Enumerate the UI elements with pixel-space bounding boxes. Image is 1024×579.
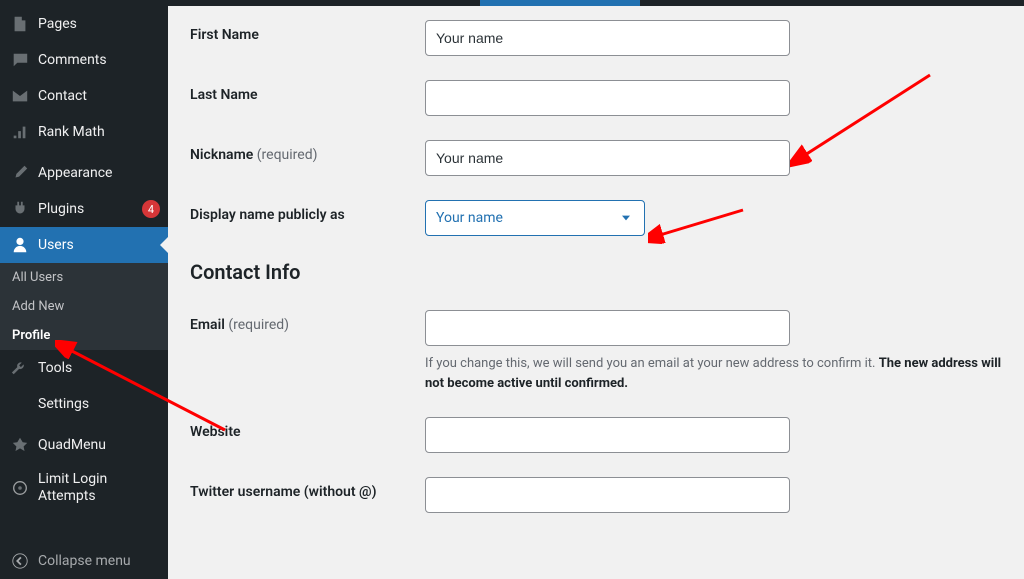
sidebar-item-label: Appearance bbox=[38, 165, 160, 181]
row-first-name: First Name bbox=[190, 20, 1004, 56]
label-website: Website bbox=[190, 417, 425, 440]
first-name-field[interactable] bbox=[425, 20, 790, 56]
collapse-label: Collapse menu bbox=[38, 553, 131, 569]
submenu-item-addnew[interactable]: Add New bbox=[0, 292, 168, 321]
sidebar-item-label: Tools bbox=[38, 360, 160, 376]
label-display-name: Display name publicly as bbox=[190, 200, 425, 223]
last-name-field[interactable] bbox=[425, 80, 790, 116]
page-icon bbox=[10, 14, 30, 34]
sidebar-item-tools[interactable]: Tools bbox=[0, 350, 168, 386]
label-nickname: Nickname (required) bbox=[190, 140, 425, 163]
twitter-field[interactable] bbox=[425, 477, 790, 513]
label-email: Email (required) bbox=[190, 310, 425, 333]
wrench-icon bbox=[10, 358, 30, 378]
label-last-name: Last Name bbox=[190, 80, 425, 103]
sidebar-item-label: Limit Login Attempts bbox=[38, 471, 160, 505]
sidebar-item-label: Settings bbox=[38, 396, 160, 412]
sidebar-item-quadmenu[interactable]: QuadMenu bbox=[0, 427, 168, 463]
contact-info-heading: Contact Info bbox=[190, 260, 1004, 284]
email-description: If you change this, we will send you an … bbox=[425, 354, 1004, 393]
row-last-name: Last Name bbox=[190, 80, 1004, 116]
sidebar-item-rankmath[interactable]: Rank Math bbox=[0, 114, 168, 150]
sidebar-item-label: QuadMenu bbox=[38, 437, 160, 453]
display-name-select[interactable]: Your name bbox=[425, 200, 645, 236]
label-twitter: Twitter username (without @) bbox=[190, 477, 425, 500]
quadmenu-icon bbox=[10, 435, 30, 455]
sidebar-item-label: Contact bbox=[38, 88, 160, 104]
row-website: Website bbox=[190, 417, 1004, 453]
sidebar-item-comments[interactable]: Comments bbox=[0, 42, 168, 78]
sliders-icon bbox=[10, 394, 30, 414]
select-value: Your name bbox=[436, 210, 503, 226]
row-display-name: Display name publicly as Your name bbox=[190, 200, 1004, 236]
admin-bar-accent bbox=[480, 0, 640, 6]
sidebar-item-limitlogin[interactable]: Limit Login Attempts bbox=[0, 463, 168, 513]
sidebar-item-label: Comments bbox=[38, 52, 160, 68]
sidebar-item-label: Plugins bbox=[38, 201, 135, 217]
label-first-name: First Name bbox=[190, 20, 425, 43]
email-field[interactable] bbox=[425, 310, 790, 346]
row-email: Email (required) If you change this, we … bbox=[190, 310, 1004, 393]
row-twitter: Twitter username (without @) bbox=[190, 477, 1004, 513]
user-icon bbox=[10, 235, 30, 255]
sidebar-item-label: Pages bbox=[38, 16, 160, 32]
admin-sidebar: Pages Comments Contact Rank Math Appeara… bbox=[0, 0, 168, 579]
submenu-item-profile[interactable]: Profile bbox=[0, 321, 168, 350]
submenu-item-allusers[interactable]: All Users bbox=[0, 263, 168, 292]
shield-icon bbox=[10, 478, 30, 498]
chart-icon bbox=[10, 122, 30, 142]
sidebar-item-appearance[interactable]: Appearance bbox=[0, 155, 168, 191]
nickname-field[interactable] bbox=[425, 140, 790, 176]
sidebar-item-users[interactable]: Users bbox=[0, 227, 168, 263]
sidebar-item-settings[interactable]: Settings bbox=[0, 386, 168, 422]
sidebar-submenu-users: All Users Add New Profile bbox=[0, 263, 168, 350]
update-badge: 4 bbox=[142, 200, 160, 218]
sidebar-item-label: Rank Math bbox=[38, 124, 160, 140]
sidebar-item-contact[interactable]: Contact bbox=[0, 78, 168, 114]
row-nickname: Nickname (required) bbox=[190, 140, 1004, 176]
collapse-menu-button[interactable]: Collapse menu bbox=[0, 543, 168, 579]
brush-icon bbox=[10, 163, 30, 183]
sidebar-item-plugins[interactable]: Plugins 4 bbox=[0, 191, 168, 227]
mail-icon bbox=[10, 86, 30, 106]
profile-form: First Name Last Name Nickname (required)… bbox=[168, 0, 1024, 579]
collapse-icon bbox=[10, 551, 30, 571]
sidebar-item-label: Users bbox=[38, 237, 160, 253]
website-field[interactable] bbox=[425, 417, 790, 453]
admin-bar bbox=[0, 0, 1024, 6]
sidebar-item-pages[interactable]: Pages bbox=[0, 6, 168, 42]
chevron-down-icon bbox=[618, 210, 634, 226]
comment-icon bbox=[10, 50, 30, 70]
plug-icon bbox=[10, 199, 30, 219]
